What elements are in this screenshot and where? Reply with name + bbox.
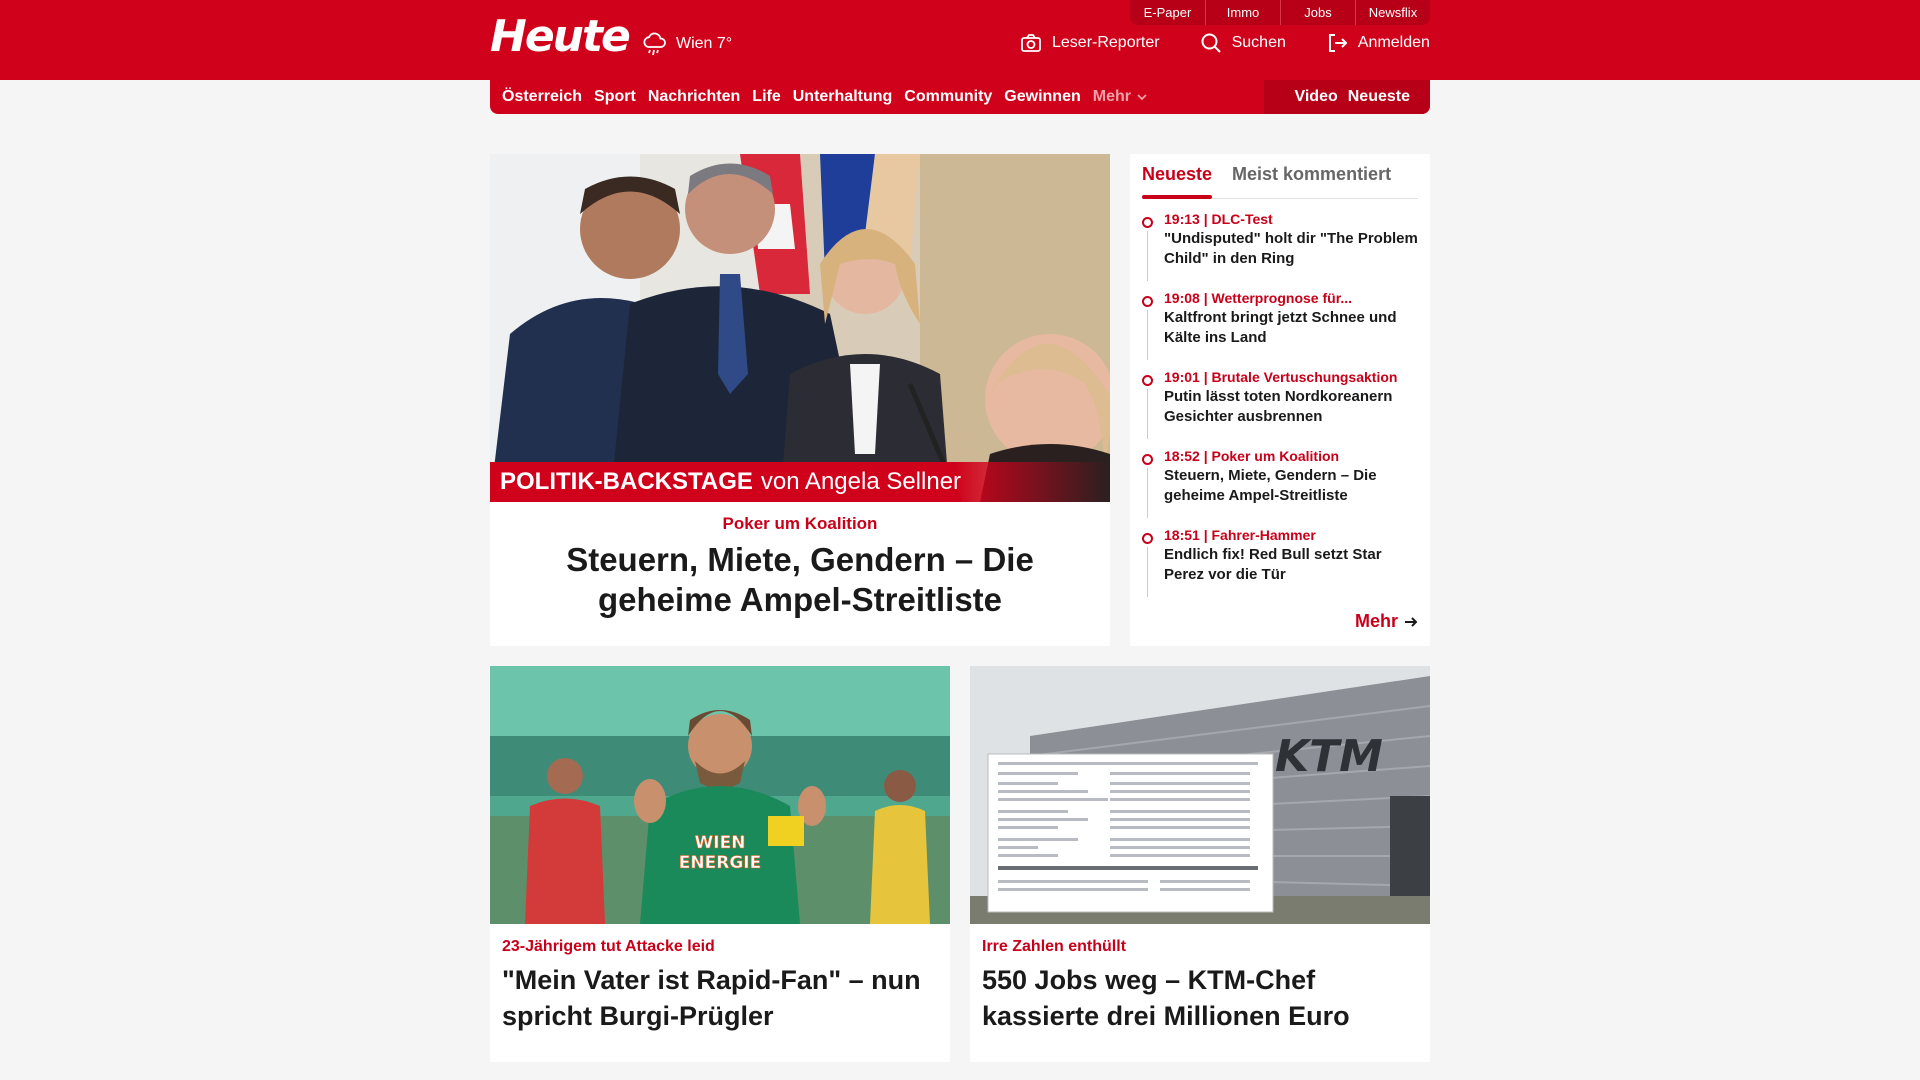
banner-bold: POLITIK-BACKSTAGE — [500, 468, 753, 495]
politik-backstage-banner: POLITIK-BACKSTAGE von Angela Sellner — [490, 462, 1110, 502]
tab-meist-kommentiert[interactable]: Meist kommentiert — [1232, 154, 1391, 198]
top-header — [0, 0, 1920, 80]
mehr-link[interactable]: Mehr — [1355, 611, 1418, 632]
football-photo[interactable]: WIEN ENERGIE — [490, 666, 950, 924]
nav-unterhaltung[interactable]: Unterhaltung — [793, 88, 893, 106]
arrow-right-icon — [1405, 616, 1418, 627]
list-item[interactable]: 19:08 | Wetterprognose für... Kaltfront … — [1142, 290, 1418, 369]
nav-right-group: Video Neueste — [1264, 80, 1430, 114]
football-player-image: WIEN ENERGIE — [490, 666, 950, 924]
shirt-text-1: WIEN — [695, 833, 746, 853]
ticker-list: 19:13 | DLC-Test "Undisputed" holt dir "… — [1142, 211, 1418, 606]
ticker-tabs: Neueste Meist kommentiert — [1142, 154, 1418, 199]
hero-image[interactable]: POLITIK-BACKSTAGE von Angela Sellner — [490, 154, 1110, 502]
epaper-link[interactable]: E-Paper — [1130, 0, 1205, 25]
login-label: Anmelden — [1357, 34, 1430, 51]
ticker-title: Kaltfront bringt jetzt Schnee und Kälte … — [1164, 309, 1397, 346]
ktm-building-image: KTM — [970, 666, 1430, 924]
newsflix-link[interactable]: Newsflix — [1355, 0, 1430, 25]
nav-mehr-dropdown[interactable]: Mehr — [1093, 88, 1147, 106]
ticker-title: "Undisputed" holt dir "The Problem Child… — [1164, 230, 1418, 267]
article-card-rapid[interactable]: WIEN ENERGIE 23-Jährigem tut Attacke lei… — [490, 666, 950, 1062]
ktm-photo[interactable]: KTM — [970, 666, 1430, 924]
immo-link[interactable]: Immo — [1205, 0, 1280, 25]
list-item[interactable]: 19:01 | Brutale Vertuschungsaktion Putin… — [1142, 369, 1418, 448]
chevron-down-icon — [1137, 94, 1147, 101]
card-kicker[interactable]: 23-Jährigem tut Attacke leid — [502, 938, 938, 956]
nav-gewinnen[interactable]: Gewinnen — [1004, 88, 1080, 106]
main-nav: Österreich Sport Nachrichten Life Unterh… — [490, 80, 1430, 114]
weather-widget[interactable]: Wien 7° — [640, 30, 732, 58]
ticker-title: Endlich fix! Red Bull setzt Star Perez v… — [1164, 546, 1382, 583]
ticker-title: Putin lässt toten Nordkoreanern Gesichte… — [1164, 388, 1393, 425]
search-label: Suchen — [1231, 34, 1286, 51]
tab-neueste[interactable]: Neueste — [1142, 154, 1213, 199]
rain-cloud-icon — [643, 32, 666, 56]
article-card-ktm[interactable]: KTM Irre Zahlen enthüllt 550 Jobs weg – … — [970, 666, 1430, 1062]
nav-video[interactable]: Video — [1294, 88, 1337, 106]
ktm-logo-text: KTM — [1275, 731, 1383, 782]
nav-neueste[interactable]: Neueste — [1348, 88, 1410, 106]
search-icon — [1201, 33, 1221, 53]
leser-reporter-button[interactable]: Leser-Reporter — [1020, 32, 1160, 54]
list-item[interactable]: 19:13 | DLC-Test "Undisputed" holt dir "… — [1142, 211, 1418, 290]
camera-icon — [1021, 34, 1041, 52]
header-actions: Leser-Reporter Suchen Anmelden — [1020, 32, 1430, 54]
ticker-meta: 19:08 | Wetterprognose für... — [1164, 290, 1353, 306]
ticker-meta: 19:13 | DLC-Test — [1164, 211, 1273, 227]
list-item[interactable]: 18:52 | Poker um Koalition Steuern, Miet… — [1142, 448, 1418, 527]
shirt-text-2: ENERGIE — [679, 853, 761, 873]
news-ticker-sidebar: Neueste Meist kommentiert 19:13 | DLC-Te… — [1130, 154, 1430, 646]
banner-author: von Angela Sellner — [760, 468, 962, 495]
ticker-meta: 19:01 | Brutale Vertuschungsaktion — [1164, 369, 1398, 385]
weather-label: Wien 7° — [676, 35, 733, 52]
ticker-title: Steuern, Miete, Gendern – Die geheime Am… — [1164, 467, 1377, 504]
card-headline[interactable]: "Mein Vater ist Rapid-Fan" – nun spricht… — [502, 962, 938, 1034]
nav-sport[interactable]: Sport — [594, 88, 636, 106]
nav-oesterreich[interactable]: Österreich — [502, 88, 582, 106]
ticker-meta: 18:51 | Fahrer-Hammer — [1164, 527, 1316, 543]
ticker-meta: 18:52 | Poker um Koalition — [1164, 448, 1340, 464]
login-button[interactable]: Anmelden — [1326, 32, 1430, 54]
heute-logo[interactable]: Heute — [490, 12, 631, 62]
list-item[interactable]: 18:51 | Fahrer-Hammer Endlich fix! Red B… — [1142, 527, 1418, 606]
nav-nachrichten[interactable]: Nachrichten — [648, 88, 740, 106]
leser-reporter-label: Leser-Reporter — [1052, 34, 1160, 51]
nav-life[interactable]: Life — [752, 88, 780, 106]
card-headline[interactable]: 550 Jobs weg – KTM-Chef kassierte drei M… — [982, 962, 1418, 1034]
hero-kicker[interactable]: Poker um Koalition — [490, 514, 1110, 534]
login-icon — [1328, 34, 1348, 52]
mehr-label: Mehr — [1354, 611, 1398, 631]
service-links: E-Paper Immo Jobs Newsflix — [1130, 0, 1430, 25]
hero-headline[interactable]: Steuern, Miete, Gendern – Die geheime Am… — [490, 540, 1110, 620]
jobs-link[interactable]: Jobs — [1280, 0, 1355, 25]
politicians-photo — [490, 154, 1110, 502]
nav-community[interactable]: Community — [904, 88, 992, 106]
card-kicker[interactable]: Irre Zahlen enthüllt — [982, 938, 1418, 956]
hero-article[interactable]: POLITIK-BACKSTAGE von Angela Sellner Pok… — [490, 154, 1110, 646]
search-button[interactable]: Suchen — [1200, 32, 1286, 54]
nav-mehr-label: Mehr — [1092, 88, 1131, 105]
